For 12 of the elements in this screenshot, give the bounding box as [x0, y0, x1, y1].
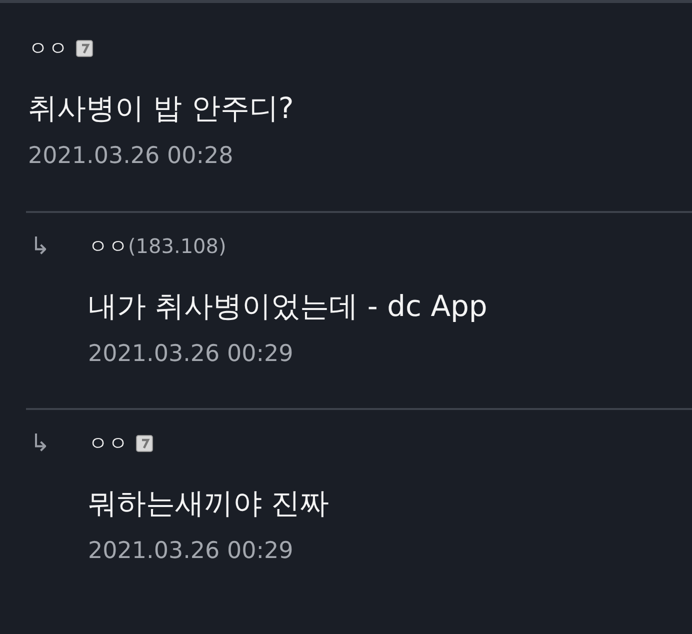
author-ip: (183.108) [128, 234, 226, 258]
comment-text: 내가 취사병이었는데 - dc App [88, 288, 488, 325]
author-name: ㅇㅇ [88, 430, 128, 456]
author-name: ㅇㅇ [28, 34, 68, 62]
reply-arrow: ↳ [29, 428, 52, 459]
comment-date: 2021.03.26 00:29 [88, 341, 294, 367]
reply-arrow: ↳ [29, 231, 52, 262]
comment-text: 뭐하는새끼야 진짜 [88, 485, 330, 522]
author-name: ㅇㅇ [88, 232, 128, 260]
comment-date: 2021.03.26 00:29 [88, 538, 294, 564]
comment-text: 취사병이 밥 안주디? [28, 90, 294, 127]
comment-date: 2021.03.26 00:28 [28, 143, 234, 169]
